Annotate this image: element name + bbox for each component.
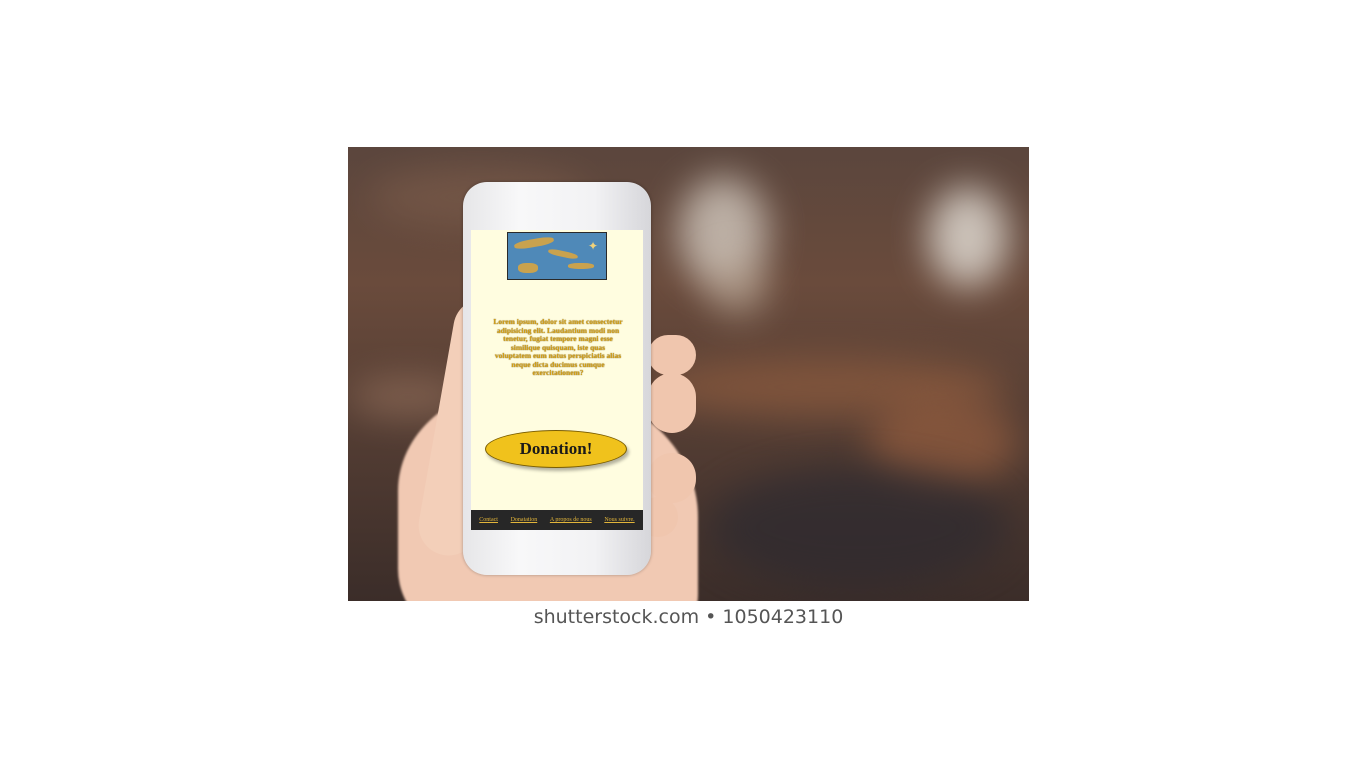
phone-screen: ✦ Lorem ipsum, dolor sit amet consectetu… — [471, 230, 643, 530]
footer-link-donation[interactable]: Donatation — [511, 517, 538, 523]
footer-link-contact[interactable]: Contact — [479, 517, 498, 523]
footer-link-follow[interactable]: Nous suivre. — [604, 517, 634, 523]
smartphone: ✦ Lorem ipsum, dolor sit amet consectetu… — [463, 182, 651, 575]
background-blur — [708, 257, 768, 317]
background-blur — [928, 187, 1008, 287]
compass-icon: ✦ — [587, 239, 599, 253]
stock-caption: shutterstock.com • 1050423110 — [533, 606, 844, 628]
stage: ✦ Lorem ipsum, dolor sit amet consectetu… — [0, 0, 1366, 768]
footer-link-about[interactable]: A propos de nous — [550, 517, 592, 523]
stock-photo: ✦ Lorem ipsum, dolor sit amet consectetu… — [348, 147, 1029, 601]
footer-nav: Contact Donatation A propos de nous Nous… — [471, 510, 643, 530]
hand-finger — [648, 453, 696, 503]
map-icon: ✦ — [507, 232, 607, 280]
hand-finger — [648, 373, 696, 433]
background-blur — [708, 467, 1008, 587]
hand-finger — [648, 335, 696, 375]
donation-button[interactable]: Donation! — [485, 430, 627, 468]
lorem-paragraph: Lorem ipsum, dolor sit amet consectetur … — [493, 317, 623, 377]
